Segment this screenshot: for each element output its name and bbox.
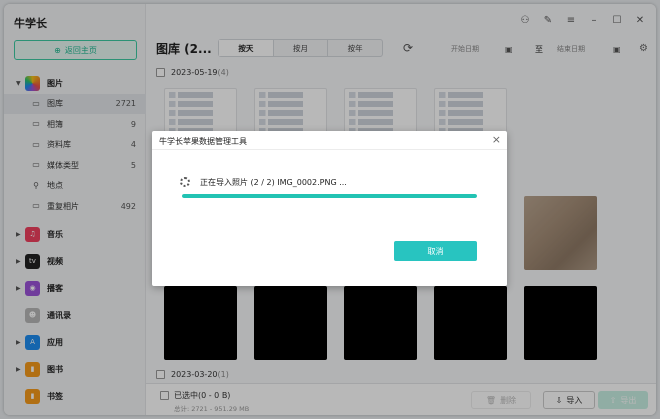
progress-bar-fill xyxy=(182,194,477,198)
loading-spinner-icon xyxy=(180,177,190,187)
progress-text: 正在导入照片 (2 / 2) IMG_0002.PNG ... xyxy=(200,178,347,187)
dialog-title: 牛学长苹果数据管理工具 xyxy=(159,137,247,146)
progress-bar xyxy=(182,194,477,198)
dialog-close-icon[interactable]: × xyxy=(492,133,501,146)
import-progress-dialog: 牛学长苹果数据管理工具 × 正在导入照片 (2 / 2) IMG_0002.PN… xyxy=(152,131,507,286)
dialog-divider xyxy=(152,149,507,150)
cancel-button[interactable]: 取消 xyxy=(394,241,477,261)
